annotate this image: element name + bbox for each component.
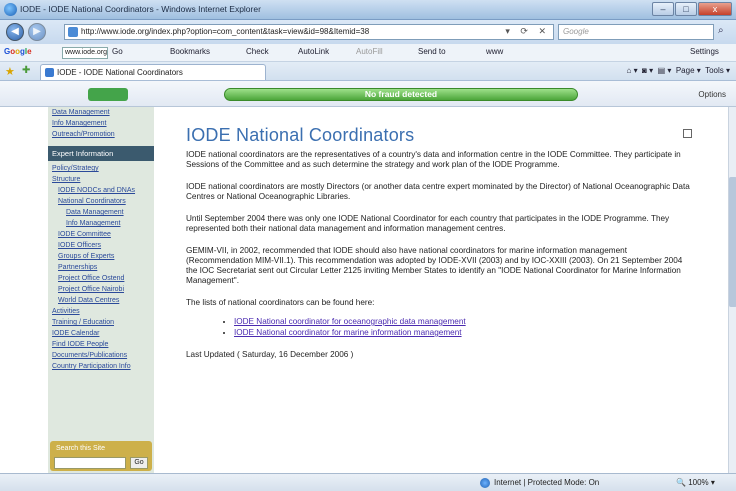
addon-button[interactable] [88, 88, 128, 101]
sidebar-item-info-management[interactable]: Info Management [48, 218, 154, 229]
sidebar-item-project-office-nairobi[interactable]: Project Office Nairobi [48, 284, 154, 295]
list-item: IODE National coordinator for marine inf… [234, 327, 692, 338]
coordinator-links: IODE National coordinator for oceanograp… [234, 316, 692, 338]
page-title: IODE National Coordinators [186, 125, 415, 145]
command-bar: ⌂ ▾ ◙ ▾ ▤ ▾ Page ▾ Tools ▾ [626, 66, 730, 75]
search-placeholder: Google [563, 27, 589, 36]
internet-zone-icon [480, 478, 490, 488]
zoom-level[interactable]: 🔍 100% ▾ [676, 478, 715, 487]
paragraph-5: The lists of national coordinators can b… [186, 298, 375, 307]
ie-logo-icon [4, 3, 17, 16]
sidebar-item-partnerships[interactable]: Partnerships [48, 262, 154, 273]
tab-label: IODE - IODE National Coordinators [57, 68, 183, 77]
page-viewport: Data Management Info Management Outreach/P… [0, 107, 728, 473]
page-icon [68, 27, 78, 37]
sidebar-item-documents-publications[interactable]: Documents/Publications [48, 350, 154, 361]
addon-toolbar: No fraud detected Options [0, 81, 736, 107]
options-menu[interactable]: Options [698, 90, 726, 99]
home-icon[interactable]: ⌂ ▾ [627, 66, 638, 75]
sidebar-item-data-management[interactable]: Data Management [48, 107, 154, 118]
sidebar-item-policy-strategy[interactable]: Policy/Strategy [48, 163, 154, 174]
list-item: IODE National coordinator for oceanograp… [234, 316, 692, 327]
google-site-box[interactable]: www.iode.org [62, 47, 108, 59]
paragraph-1: IODE national coordinators are the repre… [186, 150, 681, 169]
sidebar-item-iode-nodcs-and-dnas[interactable]: IODE NODCs and DNAs [48, 185, 154, 196]
sidebar-item-training-education[interactable]: Training / Education [48, 317, 154, 328]
refresh-stop-icons[interactable]: ▾ ⟳ ✕ [505, 26, 550, 37]
autolink-button[interactable]: AutoLink [298, 47, 329, 56]
link-data-management[interactable]: IODE National coordinator for oceanograp… [234, 317, 466, 326]
settings-button[interactable]: Settings [690, 47, 719, 56]
sidebar-item-structure[interactable]: Structure [48, 174, 154, 185]
google-toolbar: Google www.iode.org Go Bookmarks Check A… [0, 44, 736, 62]
tab-iode[interactable]: IODE - IODE National Coordinators [40, 64, 266, 80]
sidebar-section-header: Expert Information [48, 146, 154, 161]
sidebar-item-iode-calendar[interactable]: IODE Calendar [48, 328, 154, 339]
www-button[interactable]: www [486, 47, 503, 56]
address-bar-row: ◀ ▶ http://www.iode.org/index.php?option… [0, 20, 736, 44]
sidebar-item-data-management[interactable]: Data Management [48, 207, 154, 218]
minimize-button[interactable]: – [652, 2, 674, 16]
add-favorites-icon[interactable]: ✚ [22, 65, 30, 76]
window-title: IODE - IODE National Coordinators - Wind… [20, 4, 261, 14]
paragraph-2: IODE national coordinators are mostly Di… [186, 182, 690, 201]
last-updated: Last Updated ( Saturday, 16 December 200… [186, 350, 354, 359]
print-page-icon[interactable] [683, 129, 692, 138]
google-go-button[interactable]: Go [112, 47, 123, 56]
autofill-button[interactable]: AutoFill [356, 47, 383, 56]
sidebar-search-input[interactable] [54, 457, 126, 469]
feeds-icon[interactable]: ◙ ▾ [642, 66, 653, 75]
scrollbar-thumb[interactable] [729, 177, 736, 307]
bookmarks-button[interactable]: Bookmarks [170, 47, 210, 56]
close-button[interactable]: x [698, 2, 732, 16]
sidebar-search-button[interactable]: Go [130, 457, 148, 469]
main-content: IODE National Coordinators IODE national… [186, 107, 692, 372]
page-menu[interactable]: Page [676, 66, 695, 75]
paragraph-3: Until September 2004 there was only one … [186, 214, 670, 233]
window-titlebar: IODE - IODE National Coordinators - Wind… [0, 0, 736, 20]
sidebar-search-label: Search this Site [56, 445, 106, 452]
sidebar-item-iode-committee[interactable]: IODE Committee [48, 229, 154, 240]
search-icon[interactable]: ⌕ [718, 25, 724, 36]
favorites-star-icon[interactable]: ★ [5, 65, 15, 78]
address-field[interactable]: http://www.iode.org/index.php?option=com… [64, 24, 554, 40]
link-info-management[interactable]: IODE National coordinator for marine inf… [234, 328, 462, 337]
sendto-button[interactable]: Send to [418, 47, 446, 56]
sidebar: Data Management Info Management Outreach/P… [48, 107, 154, 473]
url-text: http://www.iode.org/index.php?option=com… [81, 27, 370, 36]
sidebar-item-iode-officers[interactable]: IODE Officers [48, 240, 154, 251]
check-button[interactable]: Check [246, 47, 269, 56]
sidebar-item-find-iode-people[interactable]: Find IODE People [48, 339, 154, 350]
google-logo: Google [4, 47, 32, 56]
print-icon[interactable]: ▤ ▾ [658, 66, 672, 75]
tab-favicon-icon [45, 68, 54, 77]
vertical-scrollbar[interactable] [728, 107, 736, 473]
security-zone: Internet | Protected Mode: On [494, 478, 600, 487]
sidebar-item-outreach-promotion[interactable]: Outreach/Promotion [48, 129, 154, 140]
sidebar-item-info-management[interactable]: Info Management [48, 118, 154, 129]
status-bar: Internet | Protected Mode: On 🔍 100% ▾ [0, 473, 736, 491]
sidebar-item-project-office-ostend[interactable]: Project Office Ostend [48, 273, 154, 284]
sidebar-item-country-participation-info[interactable]: Country Participation Info [48, 361, 154, 372]
tools-menu[interactable]: Tools [705, 66, 724, 75]
sidebar-item-groups-of-experts[interactable]: Groups of Experts [48, 251, 154, 262]
sidebar-item-national-coordinators[interactable]: National Coordinators [48, 196, 154, 207]
fraud-status-bar: No fraud detected [224, 88, 578, 101]
tab-row: ★ ✚ IODE - IODE National Coordinators ⌂ … [0, 62, 736, 81]
search-input[interactable]: Google [558, 24, 714, 40]
back-button[interactable]: ◀ [6, 23, 24, 41]
sidebar-item-activities[interactable]: Activities [48, 306, 154, 317]
maximize-button[interactable]: □ [675, 2, 697, 16]
sidebar-search: Search this Site Go [50, 441, 152, 471]
paragraph-4: GEMIM-VII, in 2002, recommended that IOD… [186, 246, 683, 285]
forward-button[interactable]: ▶ [28, 23, 46, 41]
sidebar-item-world-data-centres[interactable]: World Data Centres [48, 295, 154, 306]
